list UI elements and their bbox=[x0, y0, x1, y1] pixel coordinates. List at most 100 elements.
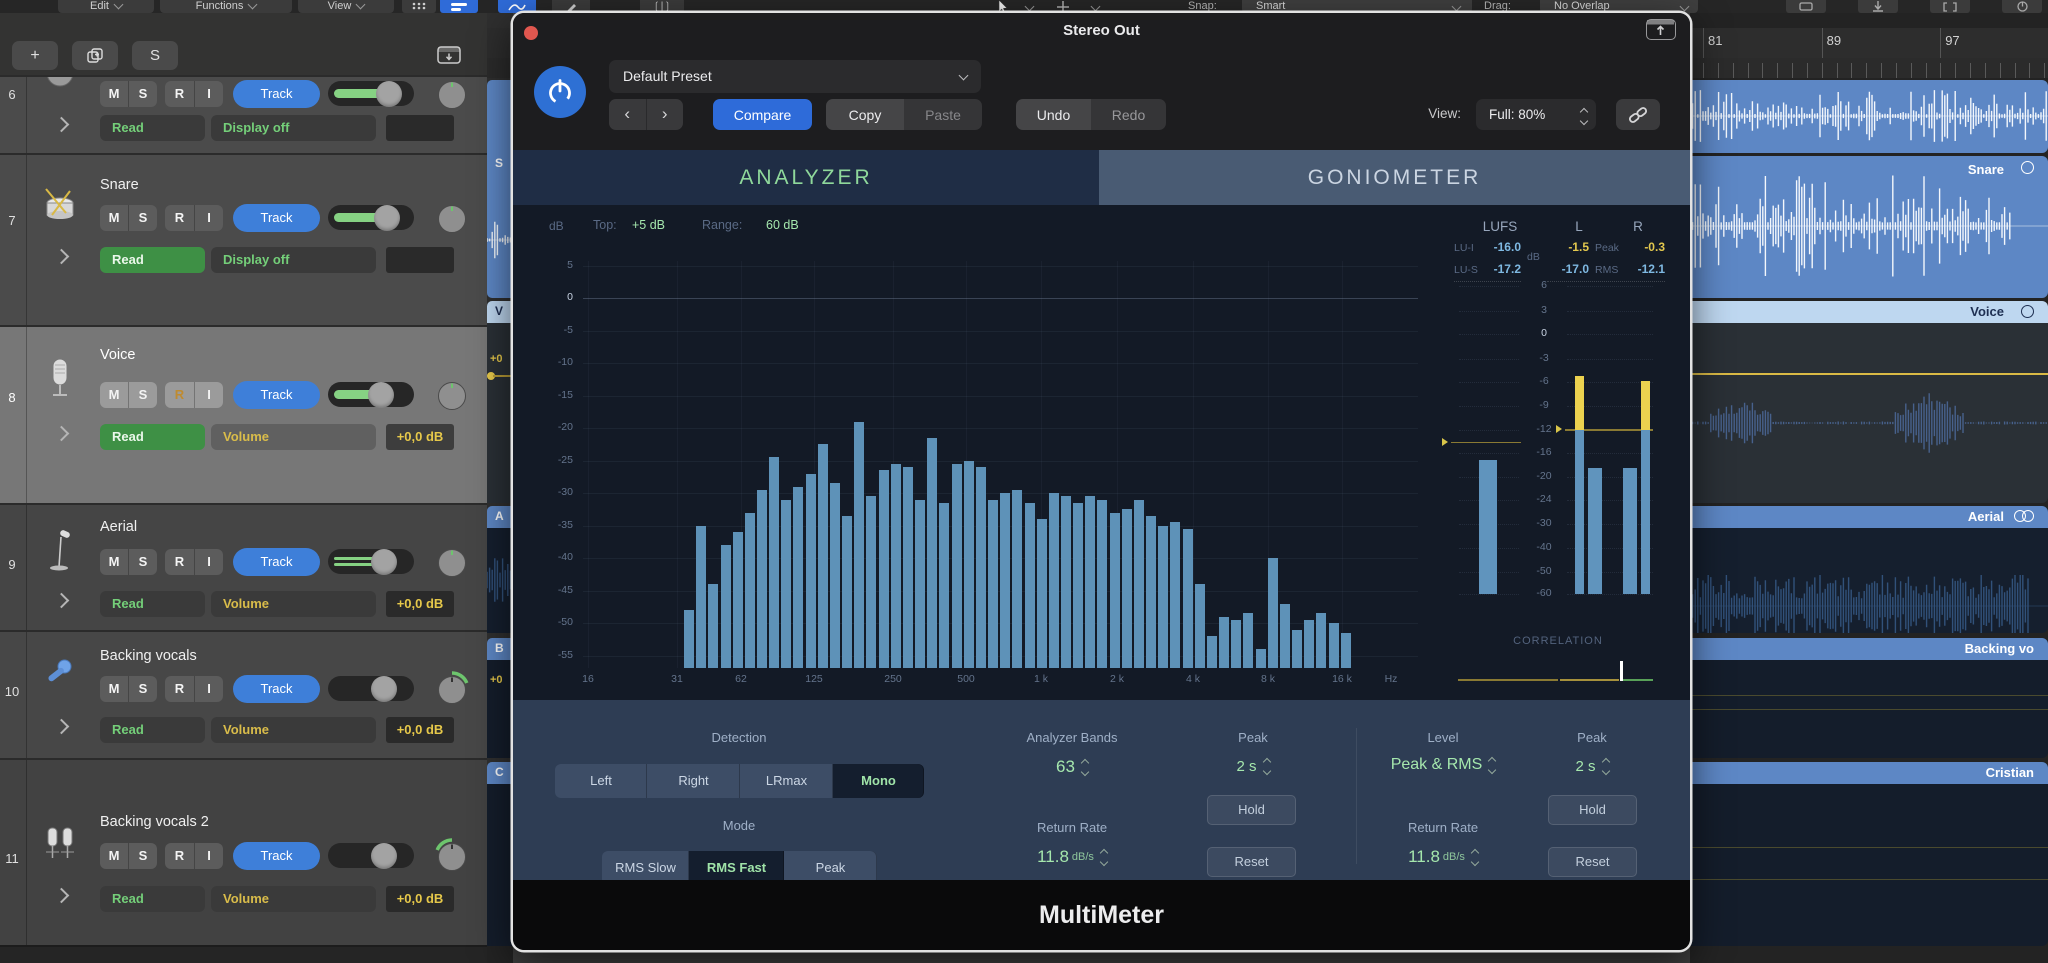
track-name[interactable]: Snare bbox=[100, 177, 139, 193]
audio-region[interactable] bbox=[1690, 80, 2048, 153]
automation-mode-dropdown[interactable]: Read bbox=[100, 717, 205, 743]
automation-mode-dropdown[interactable]: Read bbox=[100, 591, 205, 617]
record-enable-button[interactable]: R bbox=[165, 549, 195, 575]
record-enable-button[interactable]: R bbox=[165, 382, 195, 408]
drag-dropdown[interactable]: No Overlap bbox=[1540, 0, 1698, 13]
track-row[interactable]: 7SnareMSRITrackReadDisplay off bbox=[0, 153, 487, 325]
ruler-tick-band[interactable] bbox=[1690, 58, 2048, 78]
region-header[interactable]: Voice bbox=[1690, 301, 2048, 323]
chevron-down-icon[interactable] bbox=[1091, 2, 1101, 12]
parameter-dropdown[interactable]: Display off bbox=[211, 115, 376, 141]
input-monitor-button[interactable]: I bbox=[195, 549, 223, 575]
audio-region[interactable]: Backing vo bbox=[1690, 638, 2048, 758]
paste-button[interactable]: Paste bbox=[904, 99, 982, 130]
solo-button[interactable]: S bbox=[129, 81, 157, 107]
chevron-down-icon[interactable] bbox=[1025, 2, 1035, 12]
input-monitor-button[interactable]: I bbox=[195, 843, 223, 869]
view-size-stepper[interactable]: Full: 80% bbox=[1476, 99, 1596, 130]
track-on-button[interactable]: Track bbox=[233, 204, 320, 232]
pan-knob[interactable] bbox=[433, 376, 471, 414]
mute-button[interactable]: M bbox=[100, 676, 129, 702]
disclosure-chevron[interactable] bbox=[54, 117, 70, 133]
volume-slider[interactable] bbox=[328, 549, 414, 574]
disclosure-chevron[interactable] bbox=[54, 719, 70, 735]
slider-knob[interactable] bbox=[376, 81, 402, 107]
crosshair-tool-icon[interactable] bbox=[1052, 0, 1074, 13]
hold-button-analyzer[interactable]: Hold bbox=[1207, 795, 1296, 825]
automation-mode-dropdown[interactable]: Read bbox=[100, 424, 205, 450]
region-sliver-aerial-header[interactable]: A bbox=[487, 506, 513, 528]
automation-line[interactable] bbox=[1690, 879, 2048, 880]
option-rms-fast[interactable]: RMS Fast bbox=[689, 851, 784, 880]
menu-view[interactable]: View bbox=[298, 0, 394, 13]
slider-knob[interactable] bbox=[371, 676, 397, 702]
list-view-icon[interactable] bbox=[440, 0, 478, 13]
download-icon[interactable] bbox=[1858, 0, 1898, 13]
option-left[interactable]: Left bbox=[555, 764, 647, 798]
pointer-tool-icon[interactable] bbox=[992, 0, 1014, 13]
add-track-button[interactable]: + bbox=[12, 41, 58, 70]
zoom-fit-icon[interactable]: ❲|❳ bbox=[640, 0, 684, 13]
automation-icon[interactable] bbox=[498, 0, 536, 13]
region-header[interactable]: Aerial bbox=[1690, 506, 2048, 528]
track-name[interactable]: Voice bbox=[100, 347, 135, 363]
solo-button[interactable]: S bbox=[129, 843, 157, 869]
track-name[interactable]: Backing vocals 2 bbox=[100, 814, 209, 830]
pan-knob[interactable] bbox=[433, 199, 471, 237]
parameter-dropdown[interactable]: Volume bbox=[211, 424, 376, 450]
region-sliver-voice-header[interactable]: V bbox=[487, 301, 513, 323]
volume-slider[interactable] bbox=[328, 843, 414, 868]
menu-functions[interactable]: Functions bbox=[160, 0, 292, 13]
option-lrmax[interactable]: LRmax bbox=[740, 764, 833, 798]
compare-button[interactable]: Compare bbox=[713, 99, 812, 130]
option-mono[interactable]: Mono bbox=[833, 764, 924, 798]
audio-region[interactable]: Snare bbox=[1690, 156, 2048, 298]
monitor-icon[interactable] bbox=[1786, 0, 1826, 13]
parameter-dropdown[interactable]: Volume bbox=[211, 591, 376, 617]
region-header[interactable]: Cristian bbox=[1690, 762, 2048, 784]
region-sliver-backing-header[interactable]: B bbox=[487, 638, 513, 660]
volume-slider[interactable] bbox=[328, 676, 414, 701]
solo-button[interactable]: S bbox=[129, 549, 157, 575]
mute-button[interactable]: M bbox=[100, 81, 129, 107]
grid-view-icon[interactable] bbox=[402, 0, 436, 13]
mute-button[interactable]: M bbox=[100, 205, 129, 231]
pan-knob[interactable] bbox=[433, 543, 471, 581]
input-monitor-button[interactable]: I bbox=[195, 81, 223, 107]
volume-slider[interactable] bbox=[328, 382, 414, 407]
region-sliver-cristian-header[interactable]: C bbox=[487, 762, 513, 784]
record-enable-button[interactable]: R bbox=[165, 205, 195, 231]
track-on-button[interactable]: Track bbox=[233, 548, 320, 576]
track-on-button[interactable]: Track bbox=[233, 80, 320, 108]
automation-line[interactable] bbox=[1690, 709, 2048, 710]
mute-button[interactable]: M bbox=[100, 843, 129, 869]
pan-knob[interactable] bbox=[433, 75, 471, 113]
slider-knob[interactable] bbox=[368, 382, 394, 408]
duplicate-track-button[interactable] bbox=[72, 41, 118, 70]
disclosure-chevron[interactable] bbox=[54, 593, 70, 609]
track-row[interactable]: 10Backing vocalsMSRITrackReadVolume+0,0 … bbox=[0, 630, 487, 758]
knob-icon[interactable] bbox=[2002, 0, 2042, 13]
pan-knob[interactable] bbox=[433, 837, 471, 875]
audio-region[interactable]: Cristian bbox=[1690, 762, 2048, 946]
track-name[interactable]: Backing vocals bbox=[100, 648, 197, 664]
peak-analyzer-stepper[interactable]: 2 s bbox=[1153, 758, 1353, 775]
track-row[interactable]: 9AerialMSRITrackReadVolume+0,0 dB bbox=[0, 503, 487, 630]
hold-button-level[interactable]: Hold bbox=[1548, 795, 1637, 825]
window-expand-icon[interactable] bbox=[1646, 19, 1676, 40]
reset-button-level[interactable]: Reset bbox=[1548, 847, 1637, 877]
option-rms-slow[interactable]: RMS Slow bbox=[602, 851, 689, 880]
pencil-tool-icon[interactable] bbox=[552, 0, 590, 13]
record-enable-button[interactable]: R bbox=[165, 843, 195, 869]
automation-line[interactable] bbox=[1690, 847, 2048, 848]
menu-edit[interactable]: Edit bbox=[58, 0, 154, 13]
parameter-dropdown[interactable]: Display off bbox=[211, 247, 376, 273]
track-on-button[interactable]: Track bbox=[233, 381, 320, 409]
track-row[interactable]: 6MSRITrackReadDisplay off bbox=[0, 75, 487, 153]
correlation-indicator[interactable] bbox=[1620, 661, 1623, 681]
analyzer-bands-stepper[interactable]: 63 bbox=[972, 757, 1172, 777]
audio-region[interactable]: Aerial bbox=[1690, 506, 2048, 633]
automation-mode-dropdown[interactable]: Read bbox=[100, 886, 205, 912]
option-right[interactable]: Right bbox=[647, 764, 740, 798]
automation-line[interactable] bbox=[1690, 695, 2048, 696]
